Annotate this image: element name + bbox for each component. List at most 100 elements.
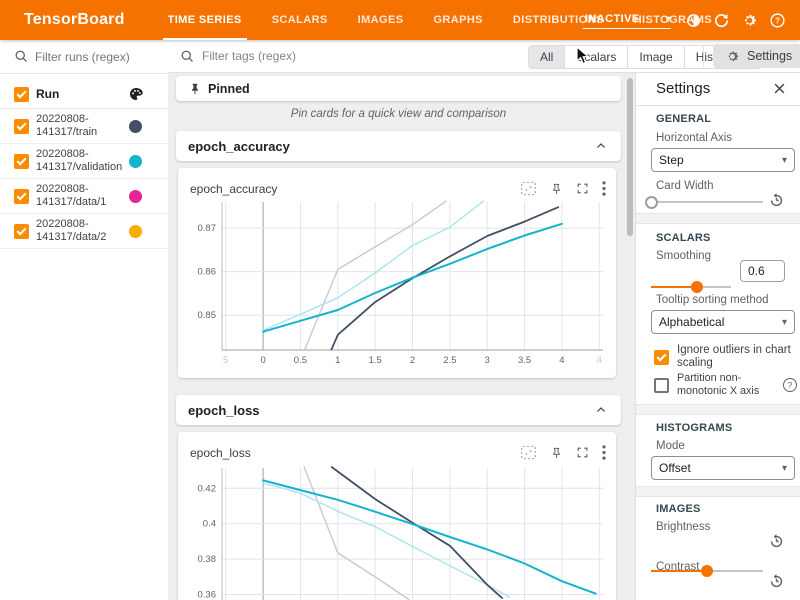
histogram-mode-label: Mode [656,440,685,452]
palette-icon[interactable] [128,86,144,102]
section-title: epoch_accuracy [188,139,290,154]
chevron-up-icon[interactable] [595,140,607,152]
filter-all-button[interactable]: All [529,46,564,68]
help-icon[interactable]: ? [783,378,797,392]
partition-x-row[interactable]: Partition non-monotonic X axis ? [654,372,797,398]
ignore-outliers-checkbox[interactable] [654,350,669,365]
svg-text:0.36: 0.36 [198,590,217,600]
pinned-empty-hint: Pin cards for a quick view and compariso… [176,108,621,120]
settings-panel: Settings GENERAL Horizontal Axis Step ▾ … [635,72,800,600]
select-all-runs-checkbox[interactable] [14,87,29,102]
more-options-icon[interactable] [602,445,606,460]
partition-x-label: Partition non-monotonic X axis [677,372,779,398]
more-options-icon[interactable] [602,181,606,196]
chart-card-actions [507,181,606,196]
reset-icon[interactable] [768,192,785,209]
help-icon[interactable]: ? [769,12,786,29]
main-scrollbar[interactable] [627,78,633,236]
chart-epoch-accuracy[interactable]: 0.850.860.8700.511.522.533.5454 [182,196,610,374]
card-width-slider[interactable] [651,195,763,209]
smoothing-value-input[interactable]: 0.6 [740,260,785,282]
tab-time-series[interactable]: TIME SERIES [153,0,257,40]
pin-icon [188,82,202,96]
ignore-outliers-label: Ignore outliers in chart scaling [677,344,795,370]
chevron-down-icon: ▾ [782,317,787,328]
filter-scalars-button[interactable]: Scalars [564,46,627,68]
runs-sidebar: Filter runs (regex) Run 20220808-141317/… [0,40,169,600]
run-row-train[interactable]: 20220808-141317/train [0,109,168,144]
runs-filter-input[interactable]: Filter runs (regex) [0,40,168,74]
scalars-heading: SCALARS [656,232,711,244]
run-row-data1[interactable]: 20220808-141317/data/1 [0,179,168,214]
fit-to-data-icon[interactable] [520,181,537,196]
status-value: INACTIVE [585,13,640,25]
close-icon[interactable] [772,81,788,97]
svg-text:0.4: 0.4 [203,519,216,530]
tooltip-sorting-select[interactable]: Alphabetical ▾ [651,310,795,334]
chart-card-actions [507,445,606,460]
reload-status-select[interactable]: INACTIVE ▾ [583,11,671,29]
pin-icon[interactable] [550,182,563,196]
run-row-validation[interactable]: 20220808-141317/validation [0,144,168,179]
tags-filter-input[interactable]: Filter tags (regex) [180,49,296,64]
reset-icon[interactable] [768,573,785,590]
run-checkbox[interactable] [14,119,29,134]
run-checkbox[interactable] [14,154,29,169]
section-header-epoch-accuracy[interactable]: epoch_accuracy [176,131,621,161]
ignore-outliers-row[interactable]: Ignore outliers in chart scaling [654,344,795,370]
runs-filter-placeholder: Filter runs (regex) [35,50,130,64]
partition-x-checkbox[interactable] [654,378,669,393]
svg-text:2: 2 [410,355,415,366]
settings-button[interactable]: Settings [713,44,800,68]
svg-text:0.86: 0.86 [198,267,217,278]
images-heading: IMAGES [656,503,701,515]
slider-thumb[interactable] [691,281,703,293]
filter-image-button[interactable]: Image [627,46,683,68]
run-checkbox[interactable] [14,189,29,204]
section-gap [636,213,800,224]
run-row-data2[interactable]: 20220808-141317/data/2 [0,214,168,249]
pinned-title: Pinned [208,82,250,96]
slider-thumb[interactable] [701,565,713,577]
pin-icon[interactable] [550,446,563,460]
chart-epoch-loss[interactable]: 0.360.380.40.42 [182,462,610,600]
section-header-epoch-loss[interactable]: epoch_loss [176,395,621,425]
tags-toolbar: Filter tags (regex) All Scalars Image Hi… [168,40,800,73]
svg-text:0.85: 0.85 [198,310,217,321]
svg-text:1.5: 1.5 [368,355,381,366]
run-name-line2: 141317/data/1 [36,196,106,208]
histogram-mode-select[interactable]: Offset ▾ [651,456,795,480]
tab-scalars[interactable]: SCALARS [257,0,343,40]
smoothing-slider[interactable] [651,280,731,294]
run-color-dot [129,225,142,238]
histograms-heading: HISTOGRAMS [656,422,732,434]
run-color-dot [129,120,142,133]
run-name-line2: 141317/validation [36,161,122,173]
slider-thumb[interactable] [645,196,658,209]
chart-card-epoch-accuracy: epoch_accuracy 0.850.860.8700.511.522.53… [178,168,616,378]
contrast-label: Contrast [656,561,699,573]
settings-button-label: Settings [747,49,792,63]
dark-mode-toggle-icon[interactable] [685,12,702,29]
search-icon [180,49,195,64]
fullscreen-icon[interactable] [576,446,589,459]
fit-to-data-icon[interactable] [520,445,537,460]
fullscreen-icon[interactable] [576,182,589,195]
chevron-down-icon: ▾ [666,14,671,25]
svg-text:0.87: 0.87 [198,223,217,234]
svg-text:?: ? [775,16,780,25]
reset-icon[interactable] [768,533,785,550]
tab-images[interactable]: IMAGES [343,0,419,40]
refresh-icon[interactable] [713,12,730,29]
horizontal-axis-select[interactable]: Step ▾ [651,148,795,172]
gear-icon[interactable] [741,12,758,29]
svg-text:0.5: 0.5 [294,355,307,366]
header-actions: INACTIVE ▾ ? [583,0,800,40]
horizontal-axis-label: Horizontal Axis [656,132,732,144]
svg-text:3: 3 [485,355,490,366]
chevron-up-icon[interactable] [595,404,607,416]
tab-graphs[interactable]: GRAPHS [418,0,497,40]
toolbar-divider [703,45,704,67]
run-name-line1: 20220808- [36,113,89,125]
run-checkbox[interactable] [14,224,29,239]
